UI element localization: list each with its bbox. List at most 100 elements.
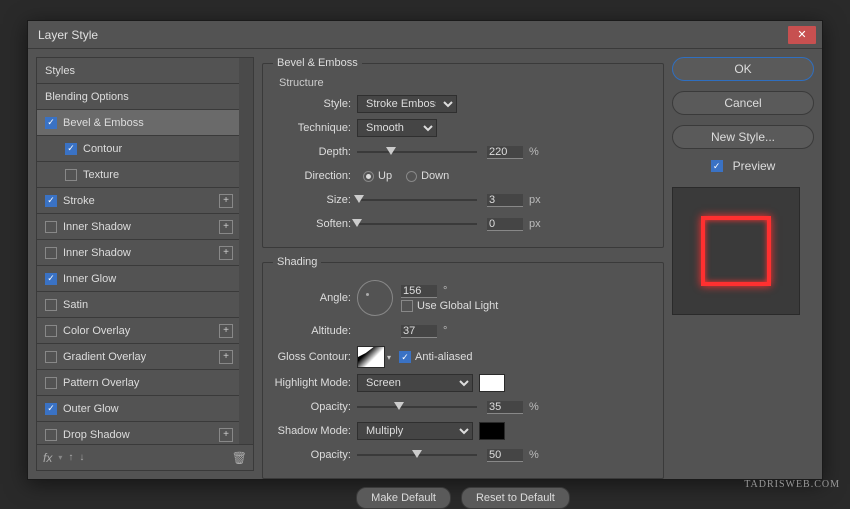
technique-select[interactable]: Smooth [357, 119, 437, 137]
gloss-contour-picker[interactable] [357, 346, 385, 368]
highlight-mode-select[interactable]: Screen [357, 374, 473, 392]
style-row-pattern-overlay[interactable]: Pattern Overlay [37, 370, 239, 396]
ok-button[interactable]: OK [672, 57, 814, 81]
style-checkbox[interactable] [45, 247, 57, 259]
style-row-contour[interactable]: ✓ Contour [37, 136, 239, 162]
style-row-color-overlay[interactable]: Color Overlay + [37, 318, 239, 344]
style-label: Drop Shadow [63, 429, 130, 441]
style-checkbox[interactable]: ✓ [65, 143, 77, 155]
altitude-input[interactable] [401, 325, 437, 338]
style-row-drop-shadow[interactable]: Drop Shadow + [37, 422, 239, 445]
preview-checkbox[interactable]: ✓ [711, 160, 723, 172]
arrow-up-icon[interactable]: ↑ [68, 452, 73, 463]
style-checkbox[interactable] [45, 299, 57, 311]
style-select[interactable]: Stroke Emboss [357, 95, 457, 113]
shadow-mode-select[interactable]: Multiply [357, 422, 473, 440]
gloss-dropdown-icon[interactable]: ▾ [387, 353, 391, 362]
watermark: TADRISWEB.COM [744, 479, 840, 490]
style-checkbox[interactable] [65, 169, 77, 181]
size-unit: px [529, 194, 547, 206]
settings-panel: Bevel & Emboss Structure Style: Stroke E… [262, 57, 664, 471]
direction-up-radio[interactable] [363, 171, 374, 182]
style-checkbox[interactable]: ✓ [45, 273, 57, 285]
fx-icon[interactable]: fx [43, 451, 52, 465]
soften-slider[interactable] [357, 217, 477, 231]
styles-scrollbar[interactable] [239, 58, 253, 444]
titlebar: Layer Style ✕ [28, 21, 822, 49]
preview-thumbnail [672, 187, 800, 315]
shading-legend: Shading [273, 256, 321, 268]
depth-input[interactable] [487, 146, 523, 159]
add-effect-icon[interactable]: + [219, 350, 233, 364]
add-effect-icon[interactable]: + [219, 220, 233, 234]
style-checkbox[interactable] [45, 429, 57, 441]
h-opacity-slider[interactable] [357, 400, 477, 414]
h-opacity-input[interactable] [487, 401, 523, 414]
cancel-button[interactable]: Cancel [672, 91, 814, 115]
style-row-inner-glow[interactable]: ✓Inner Glow [37, 266, 239, 292]
depth-unit: % [529, 146, 547, 158]
angle-label: Angle: [273, 292, 357, 304]
style-checkbox[interactable] [45, 325, 57, 337]
bevel-legend: Bevel & Emboss [273, 57, 362, 69]
style-label: Contour [83, 143, 122, 155]
add-effect-icon[interactable]: + [219, 246, 233, 260]
style-row-satin[interactable]: Satin [37, 292, 239, 318]
style-row-stroke[interactable]: ✓Stroke+ [37, 188, 239, 214]
add-effect-icon[interactable]: + [219, 428, 233, 442]
style-label: Color Overlay [63, 325, 130, 337]
style-checkbox[interactable]: ✓ [45, 403, 57, 415]
angle-input[interactable] [401, 285, 437, 298]
altitude-label: Altitude: [273, 325, 357, 337]
s-opacity-slider[interactable] [357, 448, 477, 462]
style-checkbox[interactable] [45, 221, 57, 233]
shading-fieldset: Shading Angle: ° Use Global Light [262, 256, 664, 479]
reset-default-button[interactable]: Reset to Default [461, 487, 570, 509]
s-opacity-label: Opacity: [273, 449, 357, 461]
add-effect-icon[interactable]: + [219, 194, 233, 208]
altitude-unit: ° [443, 325, 461, 337]
style-row-gradient-overlay[interactable]: Gradient Overlay + [37, 344, 239, 370]
close-button[interactable]: ✕ [788, 26, 816, 44]
style-row-outer-glow[interactable]: ✓Outer Glow [37, 396, 239, 422]
direction-up-label: Up [378, 170, 392, 182]
soften-label: Soften: [273, 218, 357, 230]
add-effect-icon[interactable]: + [219, 324, 233, 338]
angle-dial[interactable] [357, 280, 393, 316]
styles-header[interactable]: Styles [37, 58, 239, 84]
size-input[interactable] [487, 194, 523, 207]
depth-label: Depth: [273, 146, 357, 158]
size-slider[interactable] [357, 193, 477, 207]
angle-unit: ° [443, 285, 461, 297]
make-default-button[interactable]: Make Default [356, 487, 451, 509]
highlight-color-swatch[interactable] [479, 374, 505, 392]
shadow-color-swatch[interactable] [479, 422, 505, 440]
style-checkbox[interactable]: ✓ [45, 195, 57, 207]
arrow-down-icon[interactable]: ↓ [79, 452, 84, 463]
h-opacity-unit: % [529, 401, 547, 413]
global-light-checkbox[interactable] [401, 300, 413, 312]
style-checkbox[interactable] [45, 351, 57, 363]
antialiased-checkbox[interactable]: ✓ [399, 351, 411, 363]
trash-icon[interactable]: 🗑 [232, 451, 247, 465]
style-row-inner-shadow[interactable]: Inner Shadow+ [37, 214, 239, 240]
preview-square-icon [701, 216, 771, 286]
depth-slider[interactable] [357, 145, 477, 159]
style-row-inner-shadow[interactable]: Inner Shadow+ [37, 240, 239, 266]
style-row-blending-options[interactable]: Blending Options [37, 84, 239, 110]
style-checkbox[interactable]: ✓ [45, 117, 57, 129]
style-label: Gradient Overlay [63, 351, 146, 363]
style-label: Satin [63, 299, 88, 311]
style-label: Pattern Overlay [63, 377, 139, 389]
bevel-fieldset: Bevel & Emboss Structure Style: Stroke E… [262, 57, 664, 248]
soften-input[interactable] [487, 218, 523, 231]
style-row-bevel-emboss[interactable]: ✓Bevel & Emboss [37, 110, 239, 136]
style-row-texture[interactable]: Texture [37, 162, 239, 188]
style-checkbox[interactable] [45, 377, 57, 389]
style-label: Texture [83, 169, 119, 181]
menu-down-icon[interactable]: ▾ [58, 453, 62, 462]
s-opacity-input[interactable] [487, 449, 523, 462]
direction-down-radio[interactable] [406, 171, 417, 182]
technique-label: Technique: [273, 122, 357, 134]
new-style-button[interactable]: New Style... [672, 125, 814, 149]
